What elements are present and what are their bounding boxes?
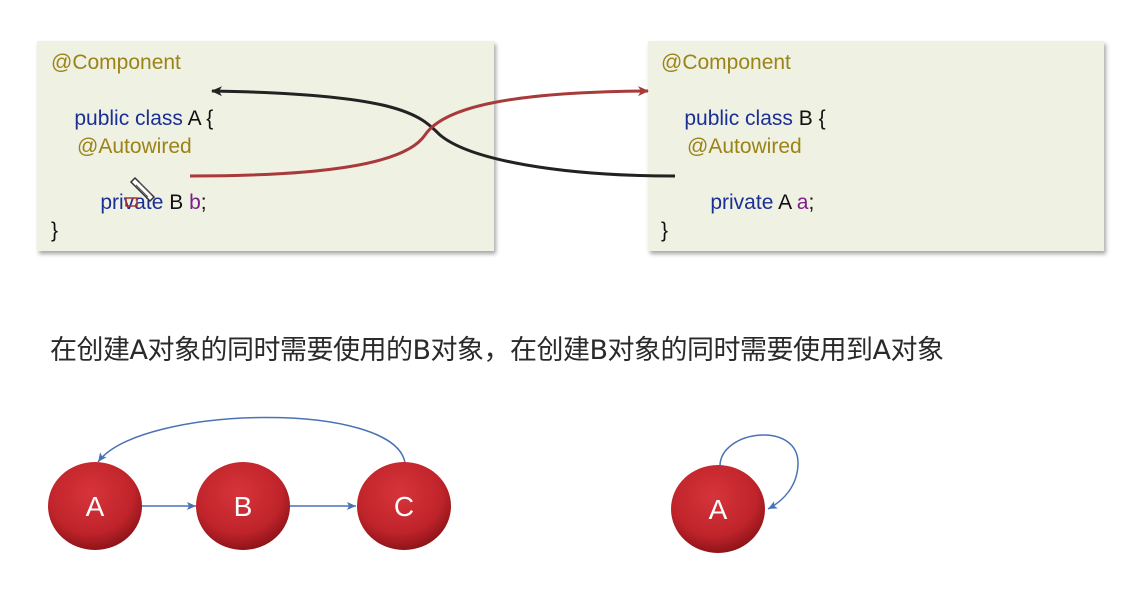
a-to-b-dependency-arrow [189, 86, 649, 178]
chain-node-b: B [196, 462, 290, 550]
chain-node-b-label: B [234, 491, 253, 522]
diagram-overlay: A B C A [48, 86, 799, 553]
chain-node-c-label: C [394, 491, 414, 522]
self-node-a-label: A [709, 494, 728, 525]
chain-node-c: C [357, 462, 451, 550]
chain-node-a: A [48, 462, 142, 550]
self-node-a: A [671, 465, 765, 553]
c-to-a-back-arrow [97, 416, 406, 464]
b-to-a-dependency-arrow [211, 86, 676, 178]
chain-node-a-label: A [86, 491, 105, 522]
cursor-marker-box [125, 197, 138, 207]
